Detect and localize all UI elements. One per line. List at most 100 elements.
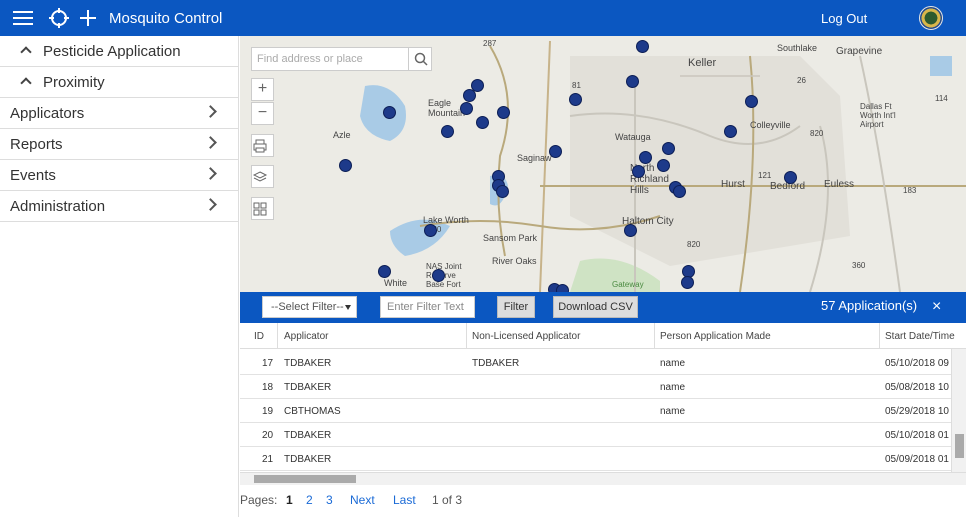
filter-text-input[interactable]: Enter Filter Text: [380, 296, 475, 318]
map-label: Grapevine: [836, 46, 883, 57]
filter-text-placeholder: Enter Filter Text: [387, 301, 464, 313]
map-marker[interactable]: [378, 265, 391, 278]
filter-select[interactable]: --Select Filter--: [262, 296, 357, 318]
zoom-in-button[interactable]: +: [251, 78, 274, 101]
search-icon: [414, 52, 428, 66]
table-row[interactable]: 21 TDBAKER 05/09/2018 01: [240, 447, 966, 471]
map-label: 183: [903, 186, 917, 195]
sidebar-item-label: Reports: [10, 136, 63, 153]
map-marker[interactable]: [339, 159, 352, 172]
add-plus-icon[interactable]: [78, 7, 98, 34]
logout-link[interactable]: Log Out: [821, 11, 867, 26]
page-link-2[interactable]: 2: [306, 493, 313, 507]
search-button[interactable]: [408, 48, 432, 70]
sidebar-item-applicators[interactable]: Applicators: [0, 98, 239, 129]
map-marker[interactable]: [496, 185, 509, 198]
hamburger-menu-icon[interactable]: [13, 7, 33, 34]
map-marker[interactable]: [639, 151, 652, 164]
chevron-up-icon: [20, 77, 32, 89]
crosshair-locate-icon[interactable]: [49, 7, 69, 34]
map-marker[interactable]: [424, 224, 437, 237]
map-label: 287: [483, 39, 497, 48]
close-table-button[interactable]: ×: [932, 298, 941, 316]
cell-start-date: 05/08/2018 10: [885, 382, 949, 393]
table-row[interactable]: 18 TDBAKER name 05/08/2018 10: [240, 375, 966, 399]
map-marker[interactable]: [549, 145, 562, 158]
column-header-id[interactable]: ID: [240, 323, 278, 349]
map-label: 114: [935, 94, 948, 103]
table-row[interactable]: 17 TDBAKER TDBAKER name 05/10/2018 09: [240, 351, 966, 375]
applications-table: ID Applicator Non-Licensed Applicator Pe…: [240, 323, 966, 473]
cell-start-date: 05/10/2018 01: [885, 430, 949, 441]
app-title: Mosquito Control: [109, 10, 223, 27]
next-page-link[interactable]: Next: [350, 493, 375, 507]
sidebar-item-proximity[interactable]: Proximity: [0, 67, 239, 98]
map-label: 81: [572, 81, 581, 90]
map-marker[interactable]: [569, 93, 582, 106]
layers-button[interactable]: [251, 165, 274, 188]
map-marker[interactable]: [626, 75, 639, 88]
sidebar-item-label: Administration: [10, 198, 106, 215]
map-marker[interactable]: [497, 106, 510, 119]
column-header-non-licensed[interactable]: Non-Licensed Applicator: [467, 323, 655, 349]
city-seal-logo: [919, 6, 943, 30]
page-link-3[interactable]: 3: [326, 493, 333, 507]
chevron-right-icon: [204, 105, 217, 118]
map-marker[interactable]: [662, 142, 675, 155]
map-label: Dallas Ft Worth Int'l Airport: [860, 102, 896, 129]
map-marker[interactable]: [673, 185, 686, 198]
map-marker[interactable]: [636, 40, 649, 53]
dropdown-arrow-icon: [345, 305, 351, 310]
last-page-link[interactable]: Last: [393, 493, 416, 507]
sidebar-item-administration[interactable]: Administration: [0, 191, 239, 222]
map-marker[interactable]: [441, 125, 454, 138]
map-marker[interactable]: [624, 224, 637, 237]
print-button[interactable]: [251, 134, 274, 157]
filter-select-value: --Select Filter--: [271, 301, 344, 313]
sidebar-item-events[interactable]: Events: [0, 160, 239, 191]
map-marker[interactable]: [784, 171, 797, 184]
sidebar-item-reports[interactable]: Reports: [0, 129, 239, 160]
basemap-gallery-button[interactable]: [251, 197, 274, 220]
table-vertical-scrollbar[interactable]: [951, 349, 966, 472]
map-marker[interactable]: [476, 116, 489, 129]
map-marker[interactable]: [745, 95, 758, 108]
map-marker[interactable]: [463, 89, 476, 102]
map-marker[interactable]: [681, 276, 694, 289]
map-marker[interactable]: [556, 284, 569, 292]
map-label: Watauga: [615, 132, 651, 142]
column-header-applicator[interactable]: Applicator: [278, 323, 467, 349]
address-search-input[interactable]: Find address or place: [257, 53, 363, 65]
map-label: Saginaw: [517, 153, 552, 163]
filter-button[interactable]: Filter: [497, 296, 535, 318]
map-marker[interactable]: [383, 106, 396, 119]
table-row[interactable]: 19 CBTHOMAS name 05/29/2018 10: [240, 399, 966, 423]
map-marker[interactable]: [724, 125, 737, 138]
application-count: 57 Application(s): [821, 298, 918, 313]
map-marker[interactable]: [460, 102, 473, 115]
cell-id: 17: [262, 358, 274, 369]
chevron-up-icon: [20, 46, 32, 58]
page-link-1[interactable]: 1: [286, 493, 293, 507]
sidebar-item-pesticide-application[interactable]: Pesticide Application: [0, 36, 239, 67]
table-row[interactable]: 20 TDBAKER 05/10/2018 01: [240, 423, 966, 447]
pagination-label: Pages:: [240, 493, 278, 507]
cell-person: name: [660, 406, 686, 417]
map-label: 121: [758, 171, 772, 180]
sidebar-item-label: Events: [10, 167, 56, 184]
sidebar: Pesticide Application Proximity Applicat…: [0, 36, 239, 517]
page-status: 1 of 3: [432, 493, 463, 507]
map-label: White: [384, 278, 408, 288]
map-marker[interactable]: [432, 269, 445, 282]
table-horizontal-scrollbar[interactable]: [240, 472, 966, 485]
cell-applicator: TDBAKER: [284, 358, 332, 369]
column-header-start-date[interactable]: Start Date/Time: [880, 323, 966, 349]
scrollbar-thumb[interactable]: [955, 434, 964, 458]
column-header-person[interactable]: Person Application Made: [655, 323, 880, 349]
scrollbar-thumb[interactable]: [254, 475, 356, 483]
map-marker[interactable]: [657, 159, 670, 172]
download-csv-button[interactable]: Download CSV: [553, 296, 638, 318]
zoom-out-button[interactable]: −: [251, 102, 274, 125]
map-marker[interactable]: [632, 165, 645, 178]
map-view[interactable]: Keller Southlake Grapevine Eagle Mountai…: [240, 36, 966, 292]
